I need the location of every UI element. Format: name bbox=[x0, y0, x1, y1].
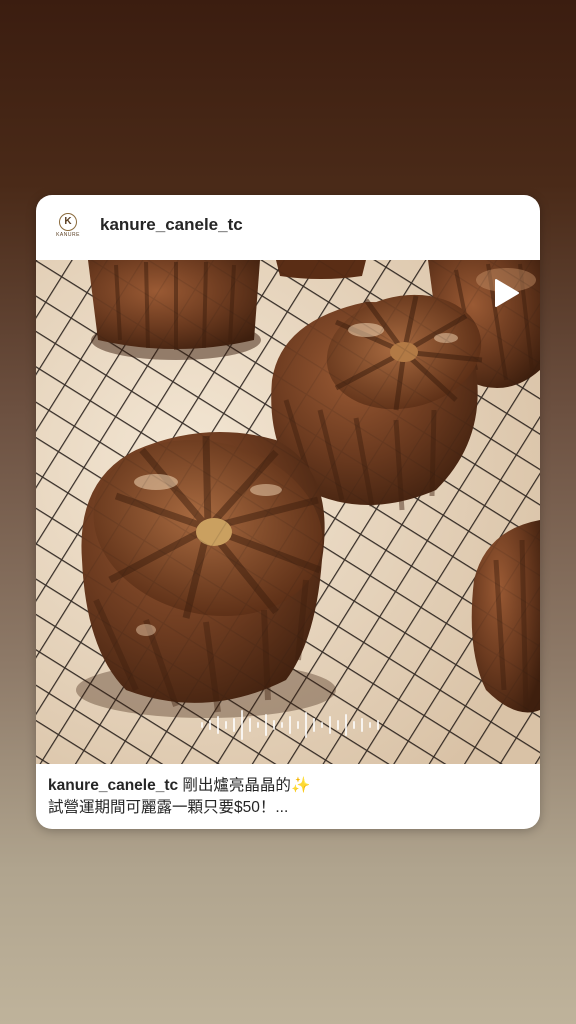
shared-post-card[interactable]: K KANURE kanure_canele_tc kanure_canele_… bbox=[36, 195, 540, 829]
caption-line-1: 剛出爐亮晶晶的 bbox=[182, 777, 291, 794]
caption-username[interactable]: kanure_canele_tc bbox=[48, 777, 178, 794]
avatar[interactable]: K KANURE bbox=[50, 207, 86, 243]
post-photo[interactable] bbox=[36, 260, 540, 764]
logo-ring: K bbox=[59, 212, 77, 231]
caption-line-2: 試營運期間可麗露一顆只要$50！... bbox=[48, 799, 289, 816]
logo-letter: K bbox=[64, 215, 72, 227]
post-header: K KANURE kanure_canele_tc bbox=[36, 195, 540, 260]
post-username[interactable]: kanure_canele_tc bbox=[100, 215, 243, 235]
sparkles-icon: ✨ bbox=[290, 777, 311, 794]
post-caption[interactable]: kanure_canele_tc 剛出爐亮晶晶的✨ 試營運期間可麗露一顆只要$5… bbox=[48, 775, 528, 819]
play-icon[interactable] bbox=[488, 276, 522, 310]
logo-brand-text: KANURE bbox=[56, 231, 80, 238]
waveform-icon bbox=[201, 710, 379, 740]
canele-photo-illustration bbox=[36, 260, 540, 764]
